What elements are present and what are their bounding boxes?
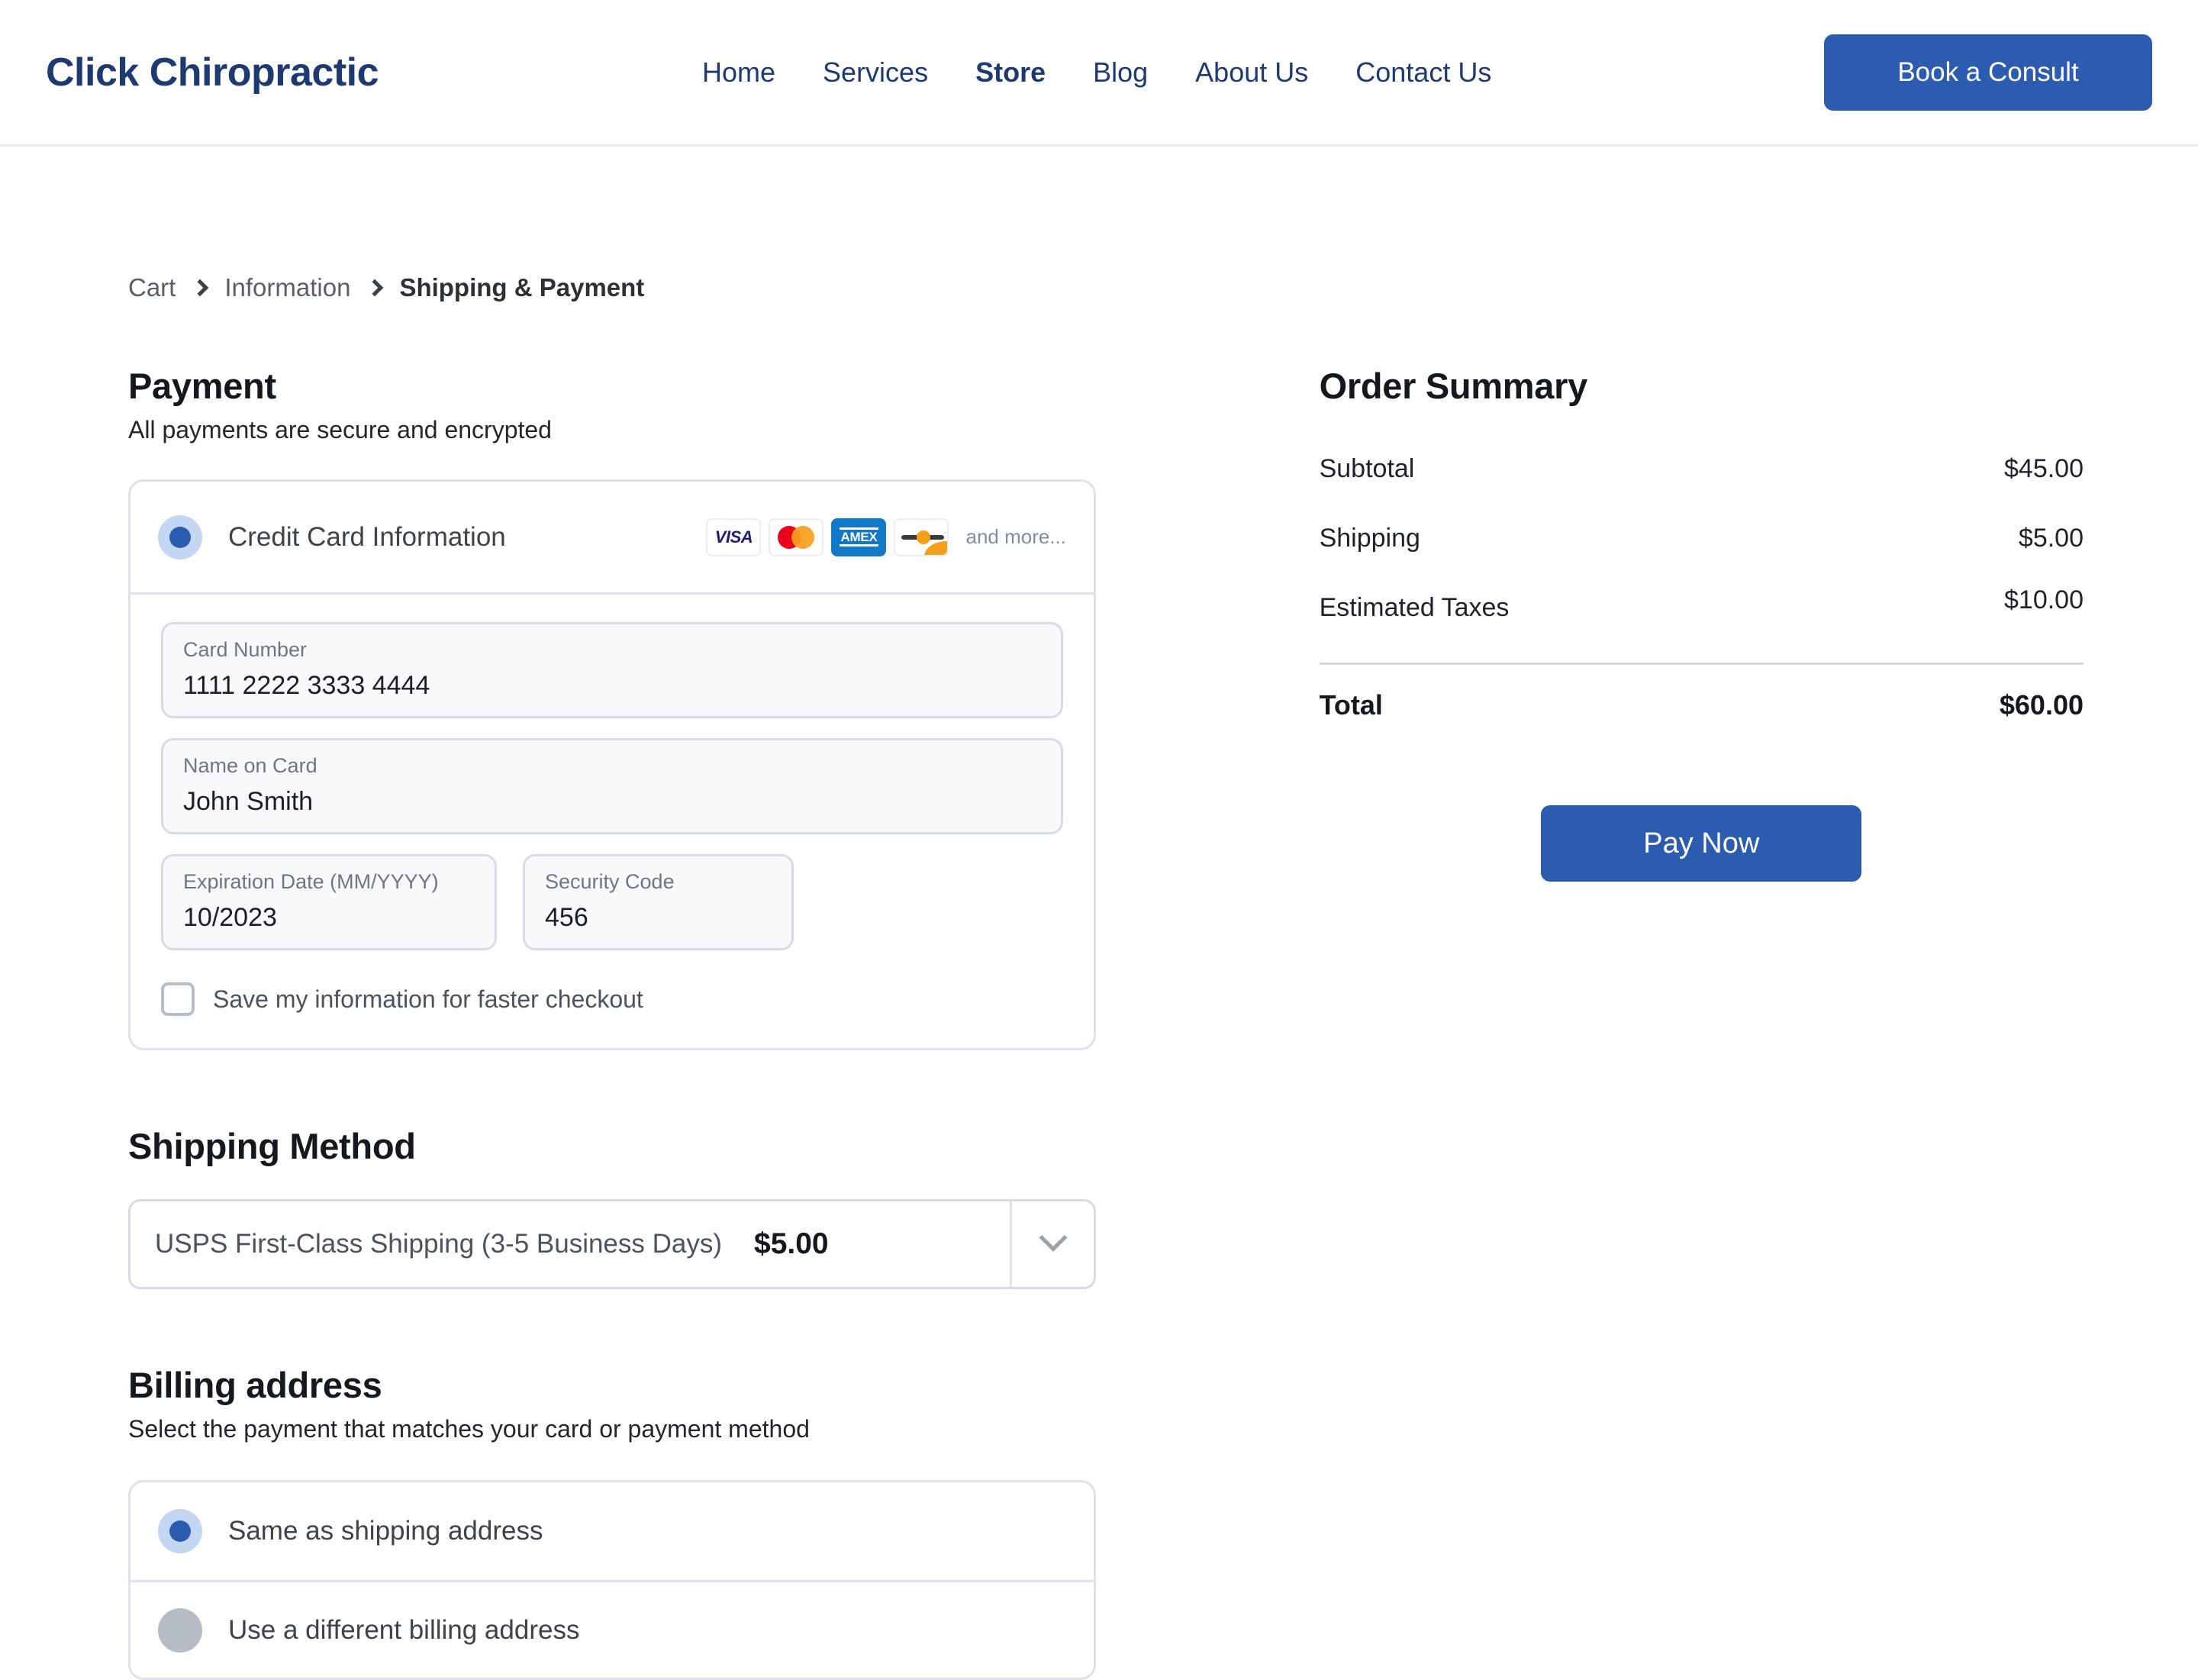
main-navigation: Home Services Store Blog About Us Contac… (702, 56, 1491, 89)
radio-different-billing[interactable] (158, 1607, 202, 1653)
breadcrumb-item-shipping-payment: Shipping & Payment (399, 273, 645, 301)
name-on-card-field[interactable]: Name on Card John Smith (161, 738, 1063, 834)
order-summary-lines: Subtotal $45.00 Shipping $5.00 Estimated… (1319, 454, 2084, 721)
chevron-down-icon (1039, 1224, 1067, 1252)
payment-heading: Payment (128, 366, 276, 406)
credit-card-fields: Card Number 1111 2222 3333 4444 Name on … (131, 595, 1094, 1048)
subtotal-label: Subtotal (1319, 454, 1415, 483)
mastercard-logo-icon (769, 518, 824, 556)
radio-dot-icon (169, 1520, 191, 1542)
nav-item-contact-us[interactable]: Contact Us (1355, 56, 1491, 89)
shipping-label: Shipping (1319, 524, 1420, 553)
subtotal-value: $45.00 (2004, 454, 2084, 483)
expiration-date-input[interactable]: 10/2023 (183, 903, 475, 933)
shipping-method-select[interactable]: USPS First-Class Shipping (3-5 Business … (128, 1199, 1096, 1289)
order-summary-divider (1319, 663, 2084, 665)
amex-logo-icon: AMEX (831, 518, 887, 556)
billing-option-different-address[interactable]: Use a different billing address (131, 1580, 1094, 1678)
save-information-row[interactable]: Save my information for faster checkout (161, 982, 1063, 1016)
security-code-field[interactable]: Security Code 456 (523, 854, 794, 950)
checkout-columns: Payment All payments are secure and encr… (114, 365, 2084, 1680)
card-number-field[interactable]: Card Number 1111 2222 3333 4444 (161, 622, 1063, 718)
and-more-label: and more... (965, 525, 1066, 548)
payment-subheading: All payments are secure and encrypted (128, 416, 552, 443)
shipping-value: $5.00 (2018, 524, 2084, 553)
expiration-date-label: Expiration Date (MM/YYYY) (183, 870, 439, 893)
expiration-date-field[interactable]: Expiration Date (MM/YYYY) 10/2023 (161, 854, 497, 950)
nav-item-about-us[interactable]: About Us (1195, 56, 1308, 89)
order-summary-row-taxes: Estimated Taxes $10.00 (1319, 585, 2084, 623)
breadcrumb-item-information[interactable]: Information (224, 273, 350, 302)
site-header: Click Chiropractic Home Services Store B… (0, 0, 2198, 147)
total-label: Total (1319, 689, 1383, 721)
estimated-taxes-value: $10.00 (2004, 585, 2084, 614)
shipping-method-heading: Shipping Method (128, 1126, 416, 1166)
accepted-card-brands: VISA AMEX and more... (706, 518, 1066, 556)
pay-now-container: Pay Now (1320, 805, 2084, 882)
nav-item-services[interactable]: Services (823, 56, 928, 89)
content-wrapper: Cart Information Shipping & Payment Paym… (114, 273, 2084, 1680)
save-information-checkbox[interactable] (161, 982, 195, 1016)
total-value: $60.00 (1999, 689, 2084, 721)
radio-credit-card[interactable] (158, 514, 202, 559)
nav-item-store[interactable]: Store (975, 56, 1046, 89)
chevron-right-icon (192, 279, 209, 297)
billing-option-same-as-shipping[interactable]: Same as shipping address (131, 1482, 1094, 1580)
visa-logo-icon: VISA (706, 518, 762, 556)
order-summary-row-subtotal: Subtotal $45.00 (1320, 454, 2084, 484)
discover-logo-icon (894, 518, 949, 556)
breadcrumb-item-cart[interactable]: Cart (128, 273, 176, 302)
billing-address-heading: Billing address (128, 1365, 382, 1405)
security-code-label: Security Code (545, 870, 675, 893)
name-on-card-input[interactable]: John Smith (183, 787, 1041, 817)
breadcrumb: Cart Information Shipping & Payment (128, 273, 2084, 302)
pay-now-button[interactable]: Pay Now (1541, 805, 1862, 882)
shipping-method-dropdown-toggle[interactable] (1010, 1201, 1094, 1287)
shipping-method-option-label: USPS First-Class Shipping (3-5 Business … (155, 1229, 723, 1259)
save-information-label: Save my information for faster checkout (213, 985, 643, 1013)
billing-option-different-label: Use a different billing address (228, 1614, 580, 1645)
order-summary-heading: Order Summary (1319, 366, 1588, 406)
billing-address-subheading: Select the payment that matches your car… (128, 1415, 810, 1443)
book-a-consult-button[interactable]: Book a Consult (1824, 34, 2152, 111)
nav-item-blog[interactable]: Blog (1093, 56, 1148, 89)
order-summary-column: Order Summary Subtotal $45.00 Shipping $… (1319, 365, 2084, 882)
billing-option-same-label: Same as shipping address (228, 1516, 543, 1546)
card-number-label: Card Number (183, 638, 308, 661)
billing-address-options: Same as shipping address Use a different… (128, 1480, 1096, 1680)
estimated-taxes-label: Estimated Taxes (1319, 593, 1510, 622)
chevron-right-icon (366, 279, 384, 297)
credit-card-panel: Credit Card Information VISA AMEX and mo… (128, 479, 1096, 1050)
security-code-input[interactable]: 456 (545, 903, 772, 933)
checkout-page: Cart Information Shipping & Payment Paym… (0, 147, 2198, 1680)
radio-same-as-shipping[interactable] (158, 1509, 202, 1553)
checkout-form-column: Payment All payments are secure and encr… (128, 365, 1182, 1680)
nav-item-home[interactable]: Home (702, 56, 775, 89)
name-on-card-label: Name on Card (183, 754, 317, 777)
credit-card-method-label: Credit Card Information (228, 521, 506, 552)
order-summary-row-shipping: Shipping $5.00 (1320, 524, 2084, 553)
card-number-input[interactable]: 1111 2222 3333 4444 (183, 671, 1041, 701)
visa-logo-text: VISA (714, 527, 753, 547)
shipping-method-price: $5.00 (754, 1227, 829, 1260)
order-summary-row-total: Total $60.00 (1320, 689, 2084, 721)
site-logo[interactable]: Click Chiropractic (46, 50, 379, 95)
amex-logo-text: AMEX (839, 527, 879, 547)
credit-card-method-row[interactable]: Credit Card Information VISA AMEX and mo… (131, 482, 1094, 595)
radio-dot-icon (169, 526, 191, 548)
expiry-security-row: Expiration Date (MM/YYYY) 10/2023 Securi… (161, 854, 1063, 950)
